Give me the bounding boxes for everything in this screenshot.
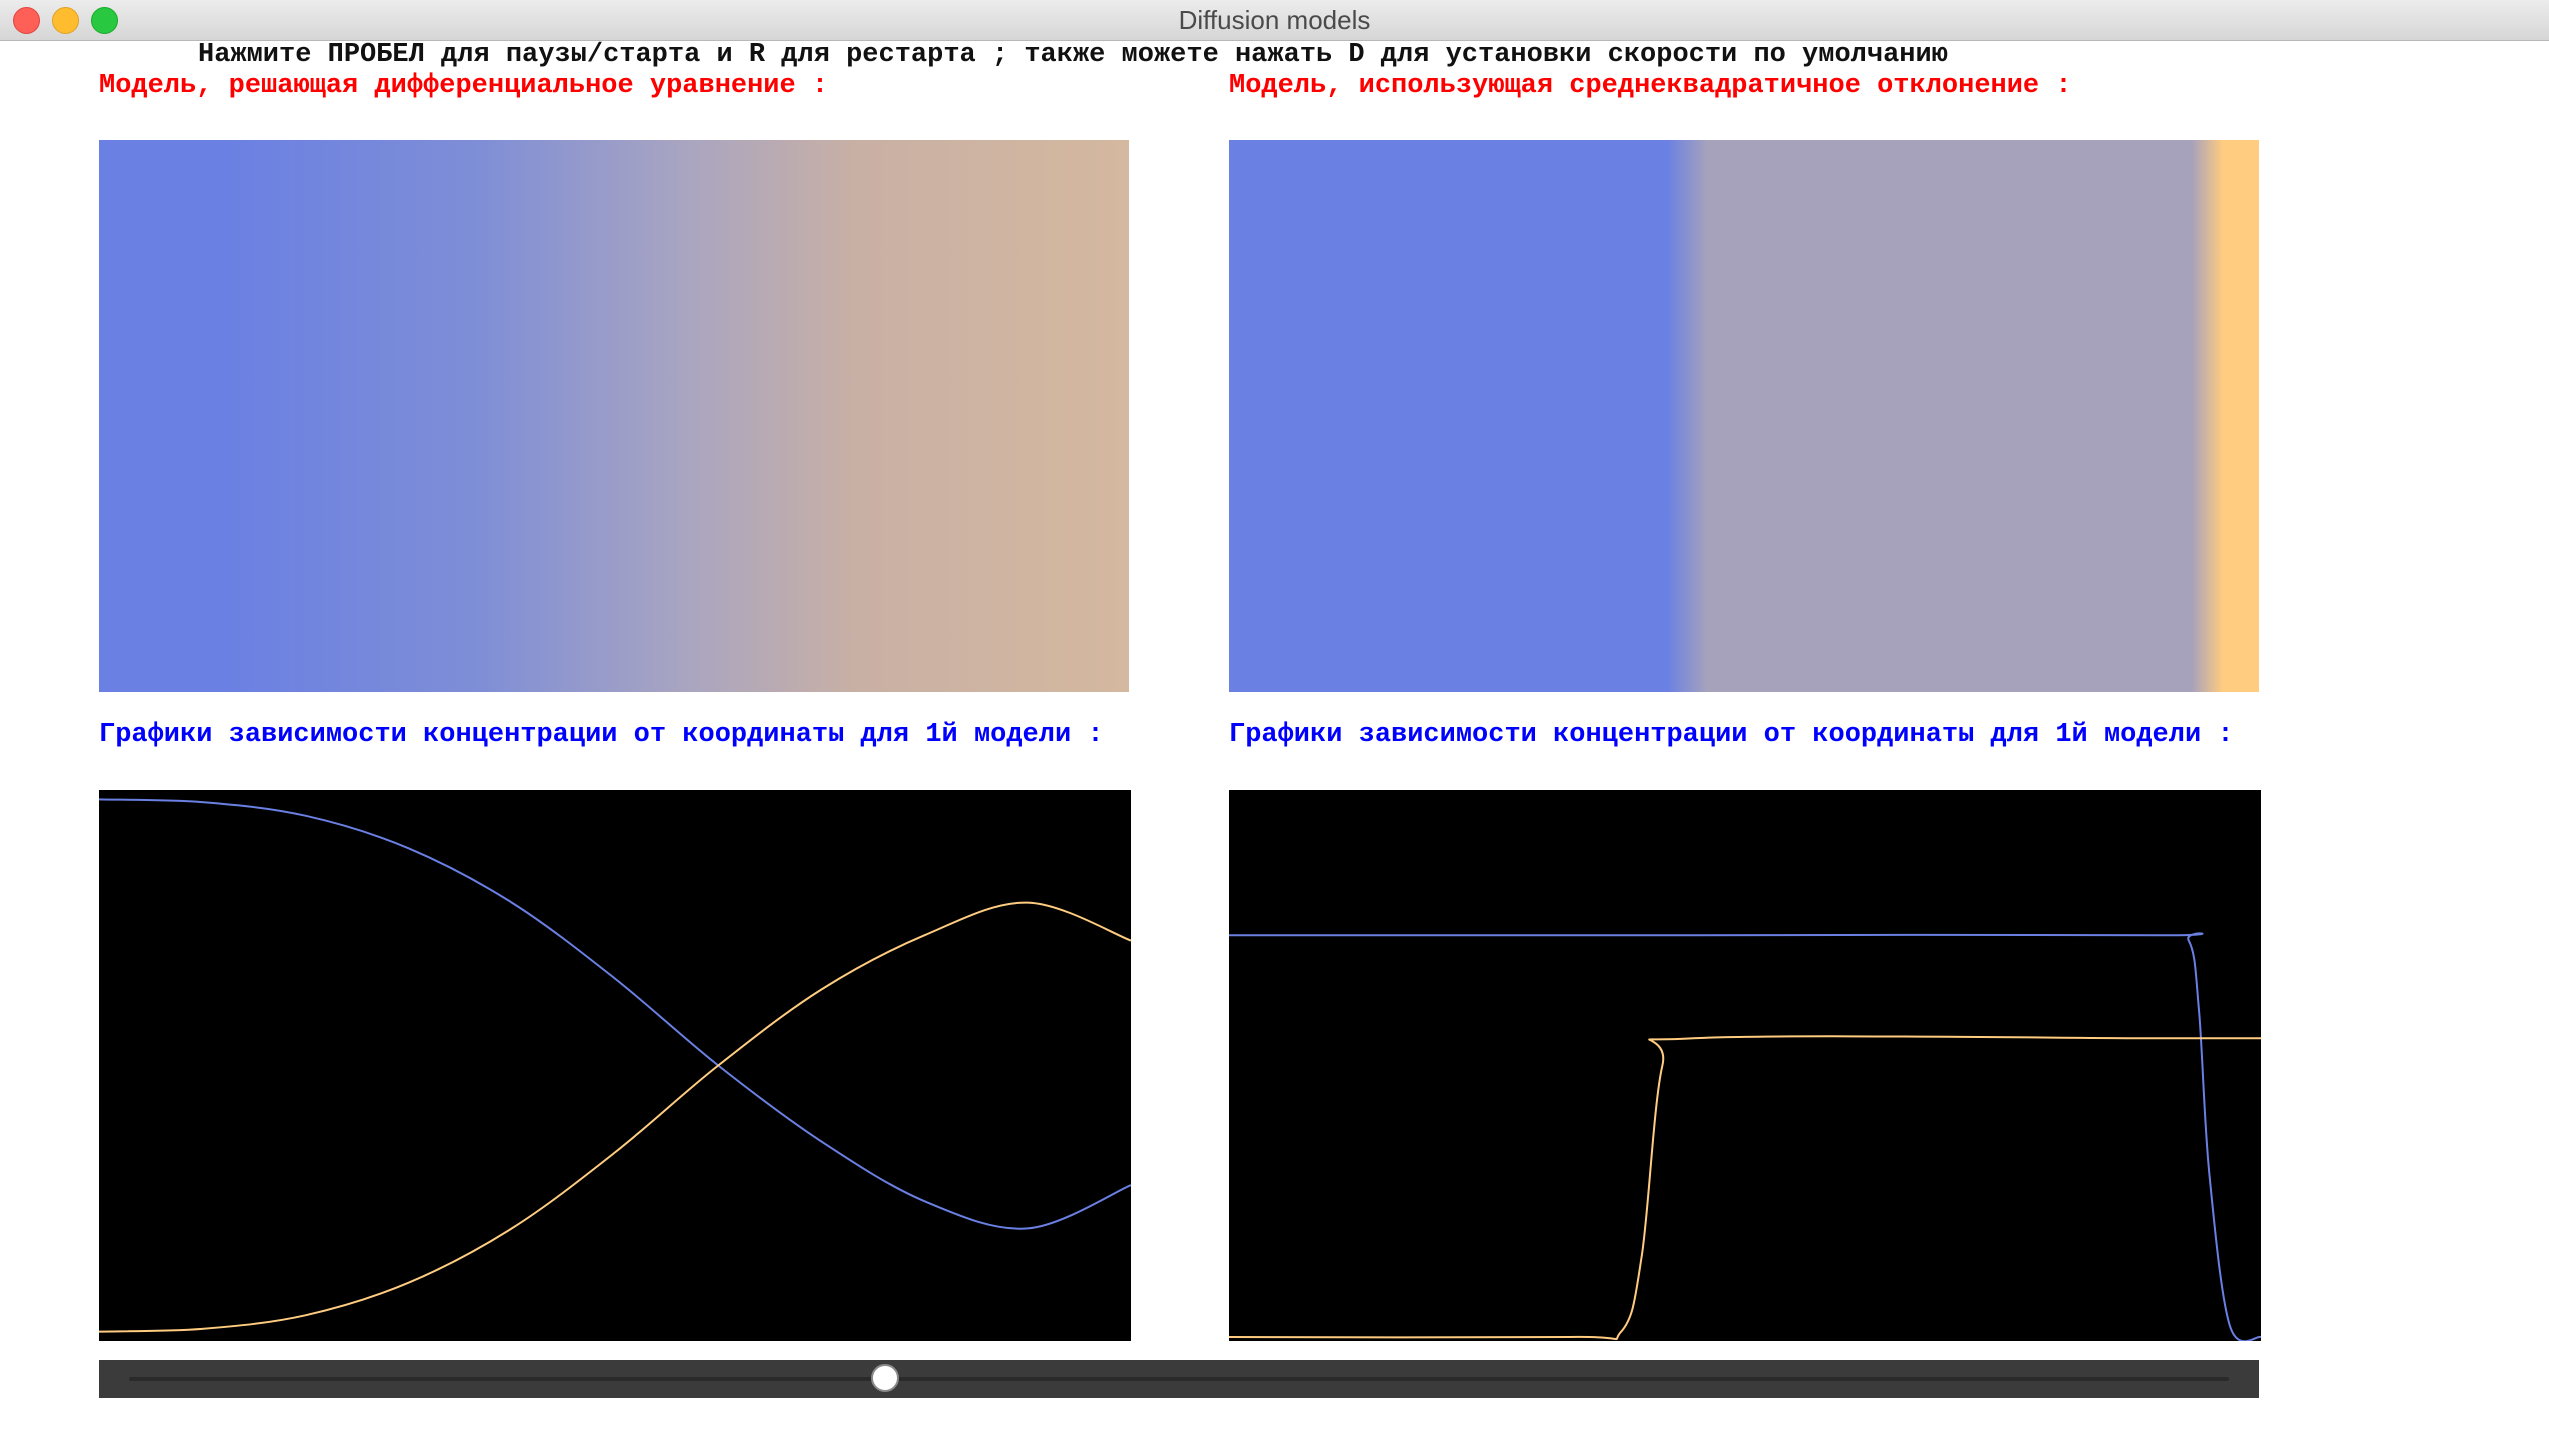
left-chart-series-blue-line [99,798,1131,1230]
right-chart-series-orange-line [1229,1035,2261,1341]
right-model-label: Модель, использующая среднеквадратичное … [1229,71,2072,101]
left-chart-series-orange-line [99,901,1131,1333]
right-diffusion-visualization [1229,140,2259,692]
right-chart-series-blue-line [1229,932,2261,1341]
left-diffusion-visualization [99,140,1129,692]
slider-thumb[interactable] [871,1364,899,1392]
left-concentration-chart [99,790,1131,1341]
title-bar[interactable]: Diffusion models [0,0,2549,41]
instruction-text: Нажмите ПРОБЕЛ для паузы/старта и R для … [198,40,1948,70]
slider-rail [129,1377,2229,1381]
left-graph-label: Графики зависимости концентрации от коор… [99,720,1104,750]
app-window: Diffusion models Нажмите ПРОБЕЛ для пауз… [0,0,2549,1444]
right-concentration-chart [1229,790,2261,1341]
right-graph-label: Графики зависимости концентрации от коор… [1229,720,2234,750]
left-model-label: Модель, решающая дифференциальное уравне… [99,71,829,101]
window-title: Diffusion models [1178,5,1371,35]
speed-slider[interactable] [99,1360,2259,1398]
